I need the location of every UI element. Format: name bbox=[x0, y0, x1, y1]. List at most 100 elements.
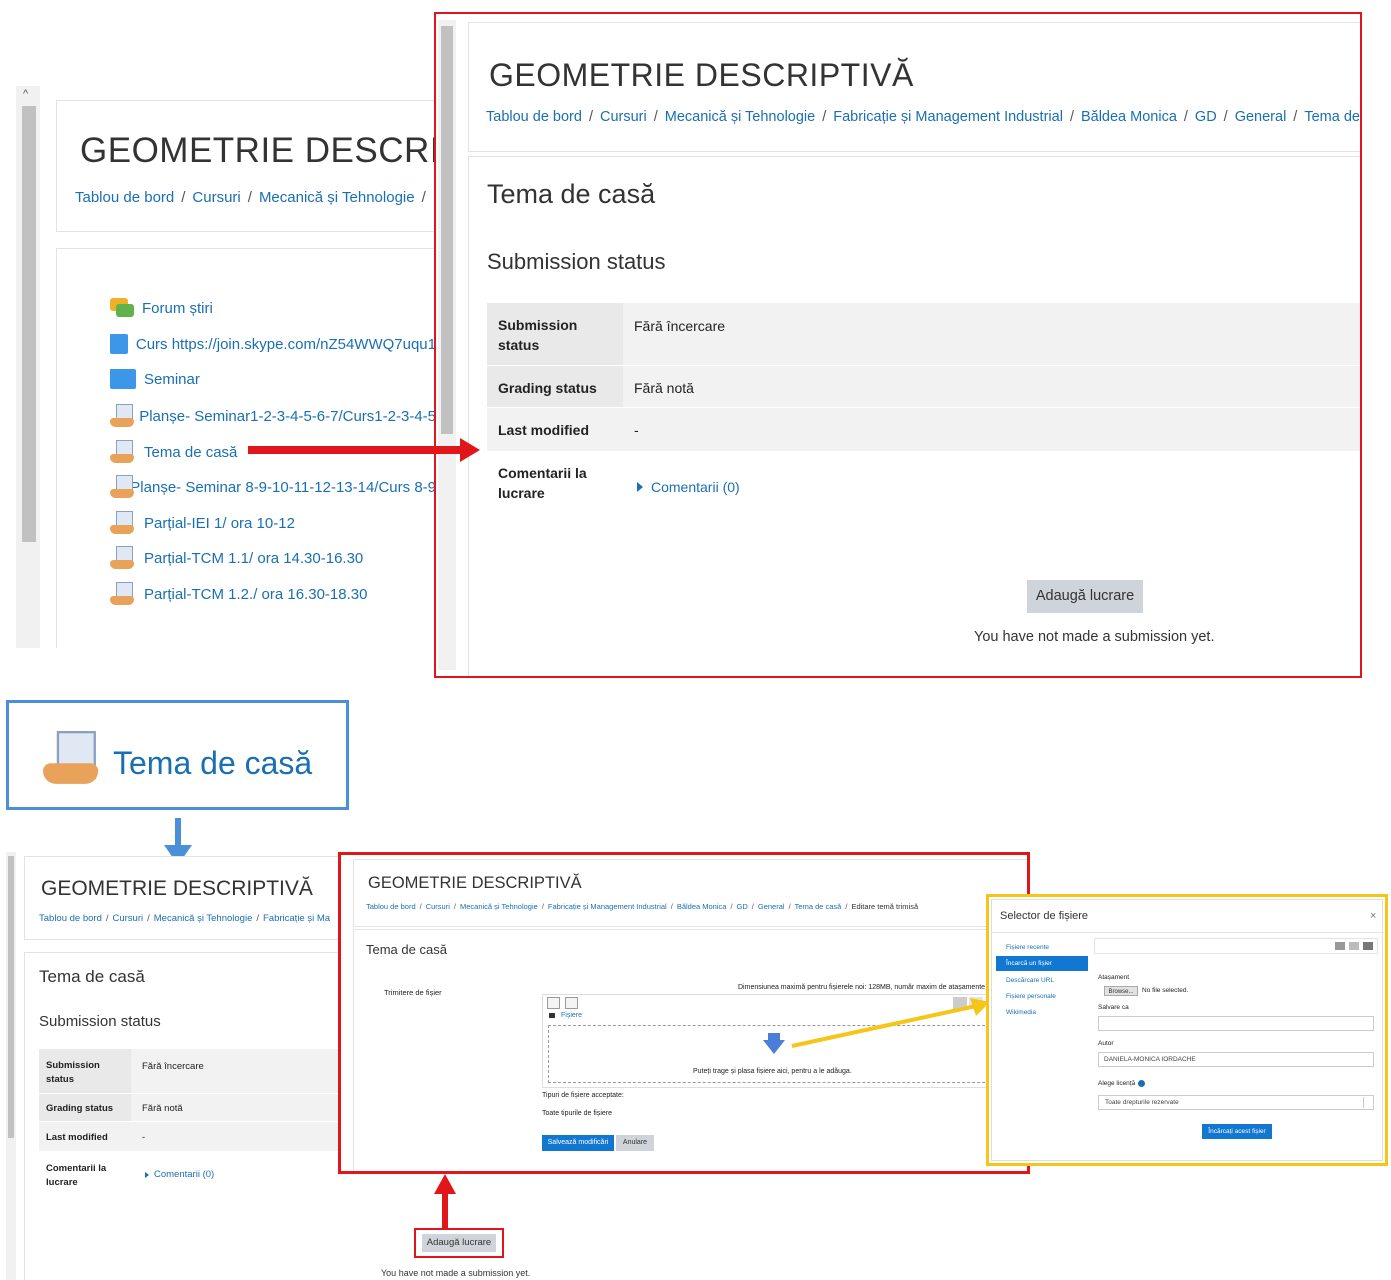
breadcrumb-item[interactable]: Fabricație și Management Industrial bbox=[833, 109, 1063, 125]
add-file-icon[interactable] bbox=[547, 997, 560, 1009]
breadcrumb-item[interactable]: Mecanică și Tehnologie bbox=[460, 902, 538, 911]
breadcrumb-item[interactable]: Tablou de bord bbox=[366, 902, 416, 911]
breadcrumb-item[interactable]: Cursuri bbox=[600, 109, 647, 125]
activity-item[interactable]: Forum știri bbox=[110, 298, 436, 318]
activity-item[interactable]: Planșe- Seminar1-2-3-4-5-6-7/Curs1-2-3-4… bbox=[110, 404, 436, 428]
assignment-scrollbar-thumb[interactable] bbox=[441, 26, 453, 434]
small-scrollbar[interactable] bbox=[6, 852, 16, 1280]
view-list-icon[interactable] bbox=[1349, 942, 1359, 950]
activity-label[interactable]: Forum știri bbox=[142, 300, 213, 317]
breadcrumb-item[interactable]: Cursuri bbox=[426, 902, 450, 911]
status-row: Comentarii la lucrare Comentarii (0) bbox=[39, 1151, 343, 1197]
activity-label[interactable]: Seminar bbox=[144, 371, 200, 388]
left-scrollbar-thumb[interactable] bbox=[22, 106, 36, 542]
author-input[interactable]: DANIELA-MONICA IORDACHE bbox=[1098, 1052, 1374, 1067]
status-value: - bbox=[634, 422, 639, 438]
add-submission-button[interactable]: Adaugă lucrare bbox=[1027, 580, 1143, 613]
breadcrumb-separator: / bbox=[105, 913, 109, 924]
activity-label[interactable]: Parțial-IEI 1/ ora 10-12 bbox=[144, 515, 295, 532]
breadcrumb-item[interactable]: Tema de casă bbox=[795, 902, 842, 911]
view-icons-icon[interactable] bbox=[1335, 942, 1345, 950]
assignment-title: Tema de casă bbox=[366, 942, 447, 957]
breadcrumb-item[interactable]: Cursuri bbox=[113, 913, 144, 924]
left-scrollbar[interactable]: ^ bbox=[16, 86, 40, 648]
activity-label[interactable]: Planșe- Seminar1-2-3-4-5-6-7/Curs1-2-3-4… bbox=[139, 408, 436, 425]
breadcrumb-item[interactable]: Tablou de bord bbox=[75, 189, 174, 206]
status-row: Grading status Fără notă bbox=[487, 365, 1360, 408]
status-key-text: Grading status bbox=[498, 380, 597, 396]
assignment-icon bbox=[110, 475, 135, 499]
license-label: Alege licență bbox=[1098, 1080, 1136, 1087]
source-item[interactable]: Fișiere recente bbox=[996, 940, 1088, 954]
assignment-scrollbar[interactable] bbox=[438, 20, 456, 670]
status-key-line2: status bbox=[498, 337, 540, 353]
status-row: Last modified - bbox=[487, 407, 1360, 451]
view-tree-icon[interactable] bbox=[1363, 942, 1373, 950]
save-changes-button[interactable]: Salvează modificări bbox=[542, 1135, 614, 1151]
page-title: GEOMETRIE DESCRIPTIVĂ bbox=[489, 57, 914, 93]
breadcrumb-separator: / bbox=[419, 902, 422, 911]
breadcrumb-item[interactable]: Tema de casă bbox=[1304, 109, 1360, 125]
breadcrumb-item[interactable]: Băldea Monica bbox=[1081, 109, 1177, 125]
comments-link[interactable]: Comentarii (0) bbox=[651, 479, 740, 495]
status-key-line1: Comentarii la bbox=[498, 465, 587, 481]
breadcrumb-item[interactable]: Mecanică și Tehnologie bbox=[154, 913, 253, 924]
comments-toggle[interactable]: Comentarii (0) bbox=[637, 479, 740, 495]
status-row: Submission status Fără încercare bbox=[39, 1049, 343, 1093]
activity-item[interactable]: Curs https://join.skype.com/nZ54WWQ7uqu1 bbox=[110, 334, 436, 354]
add-submission-button[interactable]: Adaugă lucrare bbox=[422, 1234, 496, 1252]
source-item[interactable]: Descărcare URL bbox=[996, 973, 1088, 987]
activity-item[interactable]: Parțial-IEI 1/ ora 10-12 bbox=[110, 511, 436, 535]
small-scrollbar-thumb[interactable] bbox=[8, 856, 14, 1138]
breadcrumb: Tablou de bord / Cursuri / Mecanică și Tehno… bbox=[366, 902, 918, 911]
breadcrumb-item[interactable]: GD bbox=[1195, 109, 1217, 125]
assignment-highlight-frame: GEOMETRIE DESCRIPTIVĂ Tablou de bord / Cur… bbox=[434, 12, 1362, 678]
create-folder-icon[interactable] bbox=[565, 997, 578, 1009]
page-title: GEOMETRIE DESCRIPTIVĂ bbox=[368, 874, 582, 892]
comments-link[interactable]: Comentarii (0) bbox=[154, 1169, 214, 1180]
activity-label[interactable]: Parțial-TCM 1.2./ ora 16.30-18.30 bbox=[144, 586, 367, 603]
activity-item[interactable]: Seminar bbox=[110, 369, 436, 389]
files-folder-link[interactable]: Fișiere bbox=[561, 1012, 582, 1019]
license-select[interactable]: Toate drepturile rezervate bbox=[1098, 1095, 1374, 1110]
source-item-active[interactable]: Încarcă un fișier bbox=[996, 956, 1088, 971]
activity-item[interactable]: Parțial-TCM 1.1/ ora 14.30-16.30 bbox=[110, 546, 436, 570]
breadcrumb-item[interactable]: Fabricație și Ma bbox=[263, 913, 330, 924]
course-header-panel: GEOMETRIE DESCRIPTIVĂ Tablou de bord / Cur… bbox=[56, 100, 543, 232]
breadcrumb-separator: / bbox=[541, 902, 544, 911]
activity-label[interactable]: Planșe- Seminar 8-9-10-11-12-13-14/Curs … bbox=[130, 479, 436, 496]
status-value: Fără încercare bbox=[142, 1061, 204, 1072]
help-icon[interactable] bbox=[1138, 1080, 1145, 1087]
breadcrumb-item[interactable]: General bbox=[758, 902, 785, 911]
activity-label[interactable]: Parțial-TCM 1.1/ ora 14.30-16.30 bbox=[144, 550, 363, 567]
breadcrumb-item[interactable]: Mecanică și Tehnologie bbox=[665, 109, 815, 125]
yellow-arrow bbox=[791, 998, 990, 1048]
breadcrumb-item[interactable]: General bbox=[1235, 109, 1287, 125]
scroll-up-icon[interactable]: ^ bbox=[23, 88, 28, 100]
assignment-icon bbox=[110, 404, 135, 428]
author-value: DANIELA-MONICA IORDACHE bbox=[1104, 1056, 1196, 1063]
breadcrumb-item[interactable]: Mecanică și Tehnologie bbox=[259, 189, 415, 206]
activity-label[interactable]: Tema de casă bbox=[144, 444, 237, 461]
breadcrumb-item[interactable]: Tablou de bord bbox=[39, 913, 102, 924]
breadcrumb-separator: / bbox=[845, 902, 848, 911]
upload-file-button[interactable]: Încărcați acest fișier bbox=[1202, 1124, 1272, 1139]
activity-item[interactable]: Parțial-TCM 1.2./ ora 16.30-18.30 bbox=[110, 582, 436, 606]
breadcrumb-item[interactable]: Tablou de bord bbox=[486, 109, 582, 125]
save-as-input[interactable] bbox=[1098, 1016, 1374, 1031]
activity-item[interactable]: Planșe- Seminar 8-9-10-11-12-13-14/Curs … bbox=[110, 475, 436, 499]
assignment-body-panel: Tema de casă Submission status Submissio… bbox=[468, 156, 1360, 676]
zoom-label[interactable]: Tema de casă bbox=[113, 745, 312, 782]
source-item[interactable]: Wikimedia bbox=[996, 1005, 1088, 1019]
browse-button[interactable]: Browse... bbox=[1104, 986, 1138, 996]
breadcrumb-item[interactable]: Băldea Monica bbox=[677, 902, 727, 911]
cancel-button[interactable]: Anulare bbox=[616, 1135, 654, 1151]
source-item[interactable]: Fișiere personale bbox=[996, 989, 1088, 1003]
close-icon[interactable]: × bbox=[1370, 910, 1376, 922]
breadcrumb-item[interactable]: Cursuri bbox=[192, 189, 240, 206]
small-header-panel: GEOMETRIE DESCRIPTIVĂ Tablou de bord / Cur… bbox=[24, 856, 342, 940]
breadcrumb-item[interactable]: GD bbox=[737, 902, 748, 911]
breadcrumb-item[interactable]: Fabricație și Management Industrial bbox=[548, 902, 667, 911]
comments-toggle[interactable]: Comentarii (0) bbox=[145, 1169, 214, 1180]
activity-label[interactable]: Curs https://join.skype.com/nZ54WWQ7uqu1 bbox=[136, 336, 436, 353]
